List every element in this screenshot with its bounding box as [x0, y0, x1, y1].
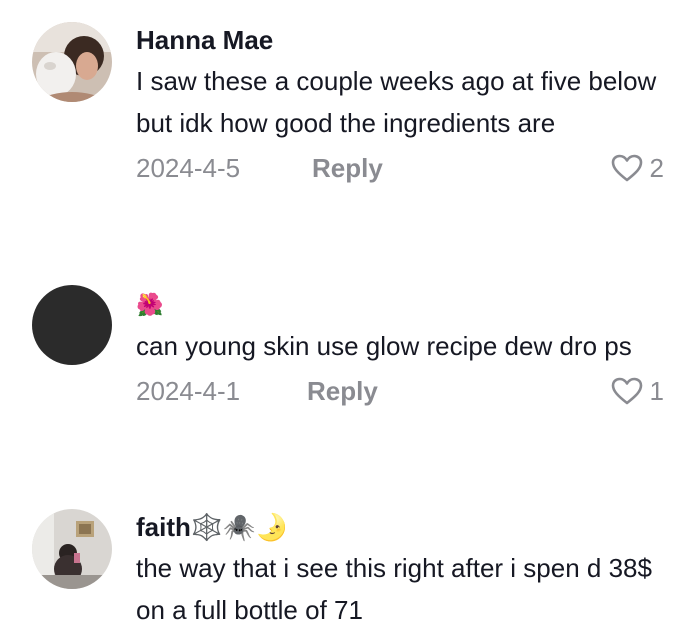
- comment-meta: 2024-4-1 Reply 1: [136, 369, 664, 413]
- comment-username[interactable]: faith🕸️🕷️🌛: [136, 511, 664, 543]
- comment-username[interactable]: 🌺: [136, 289, 664, 321]
- like-count: 1: [649, 376, 664, 406]
- comment-text: I saw these a couple weeks ago at five b…: [136, 66, 657, 138]
- avatar[interactable]: [32, 285, 112, 365]
- like-button[interactable]: 1: [610, 369, 664, 413]
- avatar[interactable]: [32, 22, 112, 102]
- comment-date: 2024-4-5: [136, 153, 241, 183]
- heart-icon: [610, 376, 644, 406]
- comment-meta: 2024-4-5 Reply 2: [136, 146, 664, 190]
- comment-text: can young skin use glow recipe dew dro p…: [136, 331, 632, 361]
- like-count: 2: [649, 153, 664, 183]
- comment-item: Hanna Mae I saw these a couple weeks ago…: [0, 20, 688, 250]
- comment-item: 🌺 can young skin use glow recipe dew dro…: [0, 285, 688, 485]
- like-button[interactable]: 2: [610, 146, 664, 190]
- comment-date: 2024-4-1: [136, 376, 241, 406]
- comment-username[interactable]: Hanna Mae: [136, 24, 664, 56]
- comment-text: the way that i see this right after i sp…: [136, 553, 652, 625]
- heart-icon: [610, 153, 644, 183]
- comment-item: faith🕸️🕷️🌛 the way that i see this right…: [0, 507, 688, 638]
- reply-button[interactable]: Reply: [307, 369, 378, 413]
- avatar[interactable]: [32, 509, 112, 589]
- reply-button[interactable]: Reply: [312, 146, 383, 190]
